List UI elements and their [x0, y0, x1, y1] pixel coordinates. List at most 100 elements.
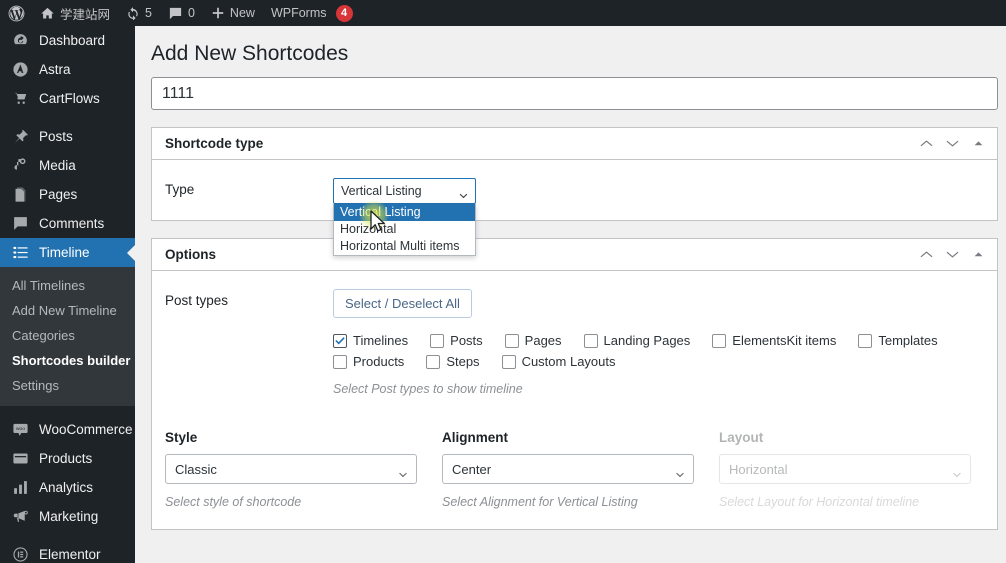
- sidebar-item-woocommerce[interactable]: woo WooCommerce: [0, 415, 135, 444]
- woocommerce-icon: woo: [10, 420, 30, 440]
- checkbox-box[interactable]: [858, 334, 872, 348]
- sidebar-submenu-shortcodes-builder[interactable]: Shortcodes builder: [0, 348, 135, 373]
- sidebar-separator: [0, 113, 135, 122]
- select-deselect-all-button[interactable]: Select / Deselect All: [333, 289, 472, 318]
- checkbox-label: Templates: [878, 333, 937, 348]
- toggle-panel-icon[interactable]: [967, 244, 989, 266]
- sidebar-item-label: Products: [39, 451, 92, 466]
- sidebar-item-products[interactable]: Products: [0, 444, 135, 473]
- title-input-container: [135, 77, 1006, 110]
- astra-icon: [10, 60, 30, 80]
- checkbox-landing-pages[interactable]: Landing Pages: [584, 333, 691, 348]
- dashboard-icon: [10, 31, 30, 51]
- sidebar-submenu-timeline: All Timelines Add New Timeline Categorie…: [0, 267, 135, 406]
- post-types-hint: Select Post types to show timeline: [333, 382, 984, 396]
- layout-hint: Select Layout for Horizontal timeline: [719, 495, 972, 509]
- options-panel-header: Options: [152, 239, 997, 271]
- sidebar-item-label: Pages: [39, 187, 77, 202]
- sidebar-item-elementor[interactable]: Elementor: [0, 540, 135, 563]
- sidebar-item-label: Media: [39, 158, 76, 173]
- sidebar-item-analytics[interactable]: Analytics: [0, 473, 135, 502]
- layout-select-value: Horizontal: [729, 462, 788, 477]
- admin-sidebar: Dashboard Astra CartFlows Po: [0, 26, 135, 563]
- move-down-icon[interactable]: [941, 244, 963, 266]
- wpforms-menu[interactable]: WPForms 4: [263, 0, 361, 26]
- sidebar-item-timeline[interactable]: Timeline: [0, 238, 135, 267]
- pages-icon: [10, 185, 30, 205]
- wpforms-label: WPForms: [271, 6, 327, 20]
- sidebar-item-comments[interactable]: Comments: [0, 209, 135, 238]
- checkbox-templates[interactable]: Templates: [858, 333, 937, 348]
- new-content-menu[interactable]: New: [203, 0, 263, 26]
- updates-menu[interactable]: 5: [118, 0, 160, 26]
- sidebar-item-astra[interactable]: Astra: [0, 55, 135, 84]
- type-select[interactable]: Vertical Listing: [333, 178, 476, 204]
- sidebar-submenu-categories[interactable]: Categories: [0, 323, 135, 348]
- sidebar-submenu-settings[interactable]: Settings: [0, 373, 135, 398]
- type-option-vertical-listing[interactable]: Vertical Listing: [334, 204, 475, 221]
- main-content: Add New Shortcodes Shortcode type Type: [135, 26, 1006, 563]
- checkbox-label: Landing Pages: [604, 333, 691, 348]
- analytics-bars-icon: [10, 478, 30, 498]
- checkbox-timelines[interactable]: Timelines: [333, 333, 408, 348]
- checkbox-box[interactable]: [584, 334, 598, 348]
- checkbox-box[interactable]: [505, 334, 519, 348]
- sidebar-item-dashboard[interactable]: Dashboard: [0, 26, 135, 55]
- checkbox-label: Timelines: [353, 333, 408, 348]
- sidebar-item-label: Elementor: [39, 547, 101, 562]
- sidebar-submenu-add-new-timeline[interactable]: Add New Timeline: [0, 298, 135, 323]
- layout-select: Horizontal: [719, 454, 971, 484]
- options-panel-body: Post types Select / Deselect All Timelin…: [152, 271, 997, 412]
- home-icon: [40, 6, 55, 21]
- checkbox-box[interactable]: [333, 334, 347, 348]
- checkbox-box[interactable]: [712, 334, 726, 348]
- shortcode-type-panel: Shortcode type Type Vertica: [151, 127, 998, 221]
- sidebar-item-label: Marketing: [39, 509, 98, 524]
- checkbox-steps[interactable]: Steps: [426, 354, 479, 369]
- checkbox-box[interactable]: [430, 334, 444, 348]
- wp-logo-menu[interactable]: [0, 0, 32, 26]
- sidebar-item-pages[interactable]: Pages: [0, 180, 135, 209]
- alignment-label: Alignment: [442, 430, 695, 445]
- checkbox-products[interactable]: Products: [333, 354, 404, 369]
- checkbox-label: Steps: [446, 354, 479, 369]
- comments-menu[interactable]: 0: [160, 0, 203, 26]
- checkbox-posts[interactable]: Posts: [430, 333, 483, 348]
- alignment-select[interactable]: Center: [442, 454, 694, 484]
- panel-actions: [915, 133, 989, 155]
- comments-count: 0: [188, 6, 195, 20]
- type-option-horizontal[interactable]: Horizontal: [334, 221, 475, 238]
- site-name-menu[interactable]: 学建站网: [32, 0, 118, 26]
- checkbox-pages[interactable]: Pages: [505, 333, 562, 348]
- type-option-horizontal-multi-items[interactable]: Horizontal Multi items: [334, 238, 475, 255]
- sidebar-submenu-all-timelines[interactable]: All Timelines: [0, 273, 135, 298]
- checkbox-box[interactable]: [502, 355, 516, 369]
- comment-bubble-icon: [168, 6, 183, 21]
- checkbox-box[interactable]: [426, 355, 440, 369]
- sidebar-item-marketing[interactable]: Marketing: [0, 502, 135, 531]
- checkbox-elementskit-items[interactable]: ElementsKit items: [712, 333, 836, 348]
- options-panel: Options Post types Select / Deselect All: [151, 238, 998, 530]
- move-down-icon[interactable]: [941, 133, 963, 155]
- move-up-icon[interactable]: [915, 244, 937, 266]
- timeline-list-icon: [10, 243, 30, 263]
- move-up-icon[interactable]: [915, 133, 937, 155]
- sidebar-item-media[interactable]: Media: [0, 151, 135, 180]
- shortcode-title-input[interactable]: [151, 77, 998, 110]
- products-icon: [10, 449, 30, 469]
- media-icon: [10, 156, 30, 176]
- checkbox-custom-layouts[interactable]: Custom Layouts: [502, 354, 616, 369]
- post-types-checkbox-grid: Timelines Posts Pages: [333, 333, 984, 369]
- toggle-panel-icon[interactable]: [967, 133, 989, 155]
- checkbox-label: Posts: [450, 333, 483, 348]
- sidebar-separator: [0, 406, 135, 415]
- style-hint: Select style of shortcode: [165, 495, 418, 509]
- wordpress-logo-icon: [7, 4, 26, 23]
- sidebar-item-cartflows[interactable]: CartFlows: [0, 84, 135, 113]
- sidebar-item-posts[interactable]: Posts: [0, 122, 135, 151]
- type-select-value: Vertical Listing: [341, 184, 422, 198]
- style-select[interactable]: Classic: [165, 454, 417, 484]
- checkbox-box[interactable]: [333, 355, 347, 369]
- type-field-control: Vertical Listing Vertical Listing Horizo…: [333, 178, 984, 204]
- shortcode-type-panel-title: Shortcode type: [165, 136, 915, 151]
